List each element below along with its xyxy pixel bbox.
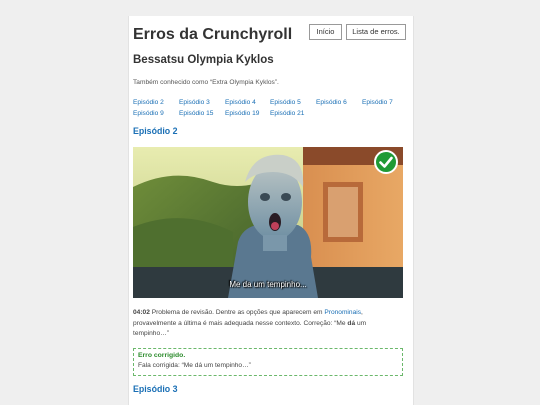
anime-title: Bessatsu Olympia Kyklos: [133, 54, 274, 66]
screenshot-scene: [133, 147, 403, 298]
episode-link[interactable]: Episódio 19: [225, 108, 259, 119]
episode-link[interactable]: Episódio 21: [270, 108, 304, 119]
check-circle-icon: [374, 150, 398, 174]
episode-heading: Episódio 2: [133, 126, 178, 136]
page-container: Erros da Crunchyroll Início Lista de err…: [128, 16, 414, 405]
errors-list-button[interactable]: Lista de erros.: [346, 24, 406, 40]
error-description: 04:02 Problema de revisão. Dentre as opç…: [133, 308, 403, 340]
episode-link[interactable]: Episódio 3: [179, 97, 210, 108]
correction-word: dá: [347, 319, 356, 327]
site-title[interactable]: Erros da Crunchyroll: [133, 26, 292, 44]
error-text-before: Problema de revisão. Dentre as opções qu…: [149, 309, 325, 316]
checkmark-glyph: [379, 156, 393, 168]
episode-link[interactable]: Episódio 7: [362, 97, 393, 108]
episode-link[interactable]: Episódio 2: [133, 97, 164, 108]
episode-link[interactable]: Episódio 9: [133, 108, 164, 119]
episode-screenshot: Me da um tempinho...: [133, 147, 403, 298]
error-fixed-box: Erro corrigido. Fala corrigida: “Me dá u…: [133, 348, 403, 376]
next-episode-heading: Episódio 3: [133, 384, 178, 394]
home-button[interactable]: Início: [309, 24, 342, 40]
episode-link[interactable]: Episódio 6: [316, 97, 347, 108]
error-timestamp: 04:02: [133, 309, 150, 316]
site-header: Erros da Crunchyroll Início Lista de err…: [129, 16, 413, 56]
episode-link[interactable]: Episódio 15: [179, 108, 213, 119]
episode-link[interactable]: Episódio 5: [270, 97, 301, 108]
episode-link[interactable]: Episódio 4: [225, 97, 256, 108]
fixed-line: Fala corrigida: “Me dá um tempinho…”: [138, 362, 251, 369]
alternate-title: Também conhecido como “Extra Olympia Kyk…: [133, 79, 279, 86]
fixed-title: Erro corrigido.: [138, 352, 186, 359]
screenshot-subtitle: Me da um tempinho...: [229, 280, 307, 289]
pronominais-link[interactable]: Pronominais: [324, 309, 361, 316]
